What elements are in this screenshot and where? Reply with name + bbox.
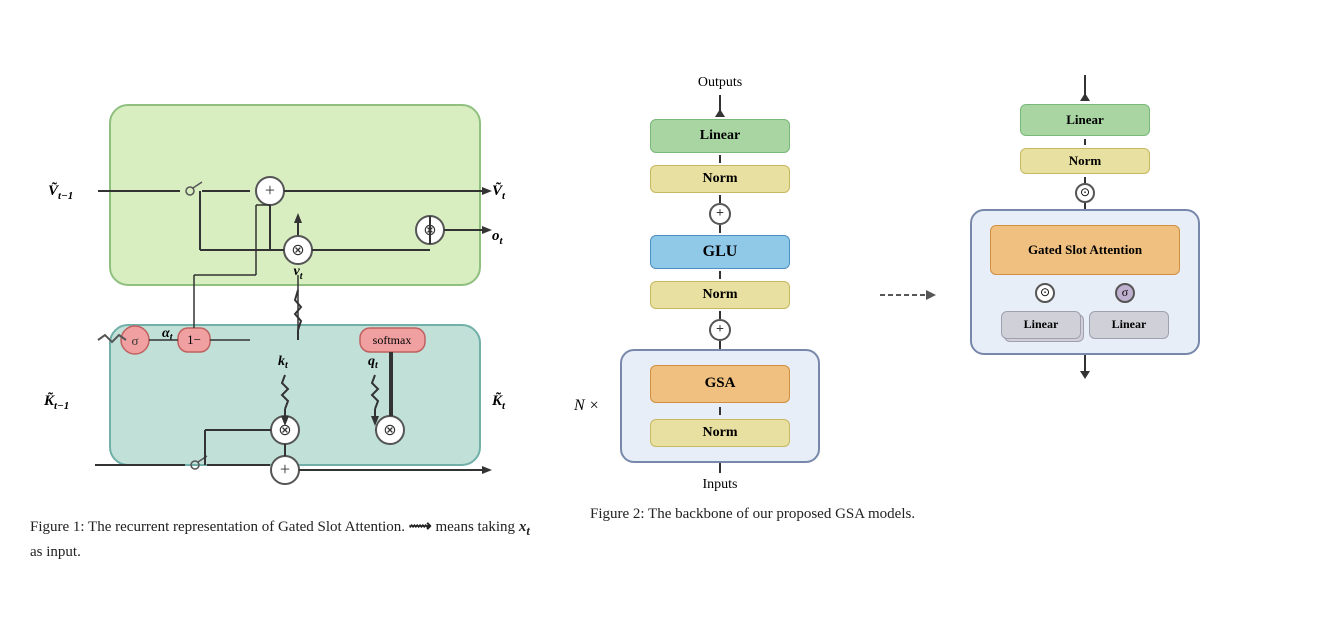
svg-text:⊗: ⊗ [291,242,304,259]
svg-text:Ṽt−1: Ṽt−1 [48,181,73,202]
fig1-diagram: Ṽt−1 Ṽt ot K̃t−1 K̃t + [30,75,550,505]
svg-text:Ṽt: Ṽt [492,181,506,202]
fig1-caption3: as input. [30,544,81,560]
fig2-diagrams: Outputs Linear Norm + GLU [590,75,1312,493]
gsa-norm-box: Norm [1020,148,1150,174]
n-times-label: N × [574,397,599,415]
gsa-box: GSA [650,365,790,403]
norm-top-box: Norm [650,165,790,193]
dashed-arrow [880,75,940,395]
svg-text:⊗: ⊗ [383,422,396,439]
sigma-circle-right: σ [1115,283,1135,303]
glu-box: GLU [650,235,790,269]
fig1-caption2: means taking [435,519,518,535]
svg-text:K̃t: K̃t [491,391,506,412]
svg-text:+: + [265,180,275,200]
svg-text:1−: 1− [187,332,201,347]
svg-text:+: + [280,459,290,479]
fig2-caption-text: Figure 2: The backbone of our proposed G… [590,506,915,522]
svg-text:ot: ot [492,228,504,247]
main-container: Ṽt−1 Ṽt ot K̃t−1 K̃t + [0,55,1342,583]
svg-text:σ: σ [131,333,138,348]
linear-box-top: Linear [650,119,790,153]
bottom-linears: Linear Linear [1001,311,1169,339]
svg-text:softmax: softmax [373,333,412,347]
norm-bot-box: Norm [650,419,790,447]
fig1-caption: Figure 1: The recurrent representation o… [30,515,530,563]
gsa-linear-top: Linear [1020,104,1150,136]
plus-circle-mid: + [709,319,731,341]
norm-mid-box: Norm [650,281,790,309]
plus-circle-top: + [709,203,731,225]
gated-slot-attention-box: Gated Slot Attention [990,225,1180,275]
fig1-caption-text: Figure 1: The recurrent representation o… [30,519,405,535]
fig2-container: Outputs Linear Norm + GLU [590,75,1312,526]
fork-circle-top: ⊙ [1075,183,1095,203]
fig1-svg: Ṽt−1 Ṽt ot K̃t−1 K̃t + [30,75,550,505]
fig2-caption: Figure 2: The backbone of our proposed G… [590,503,915,526]
linear-right-box: Linear [1089,311,1169,339]
zigzag-symbol: ⟿ [409,518,432,535]
fig1-container: Ṽt−1 Ṽt ot K̃t−1 K̃t + [30,75,550,563]
gsa-section-box: N × GSA Norm [620,349,820,463]
linear-left-box: Linear [1001,311,1081,339]
gsa-detail-container: Linear Norm ⊙ Gated Slot Attention ⊙ σ [970,75,1200,379]
linear-left-wrapper: Linear [1001,311,1081,339]
inputs-label: Inputs [703,477,738,493]
gsa-detail-box: Gated Slot Attention ⊙ σ Linear Linear [970,209,1200,355]
xt-label: xt [519,519,530,535]
fork-circle-left: ⊙ [1035,283,1055,303]
bottom-circles: ⊙ σ [1035,283,1135,303]
outputs-label: Outputs [698,75,742,91]
svg-text:K̃t−1: K̃t−1 [43,391,69,412]
